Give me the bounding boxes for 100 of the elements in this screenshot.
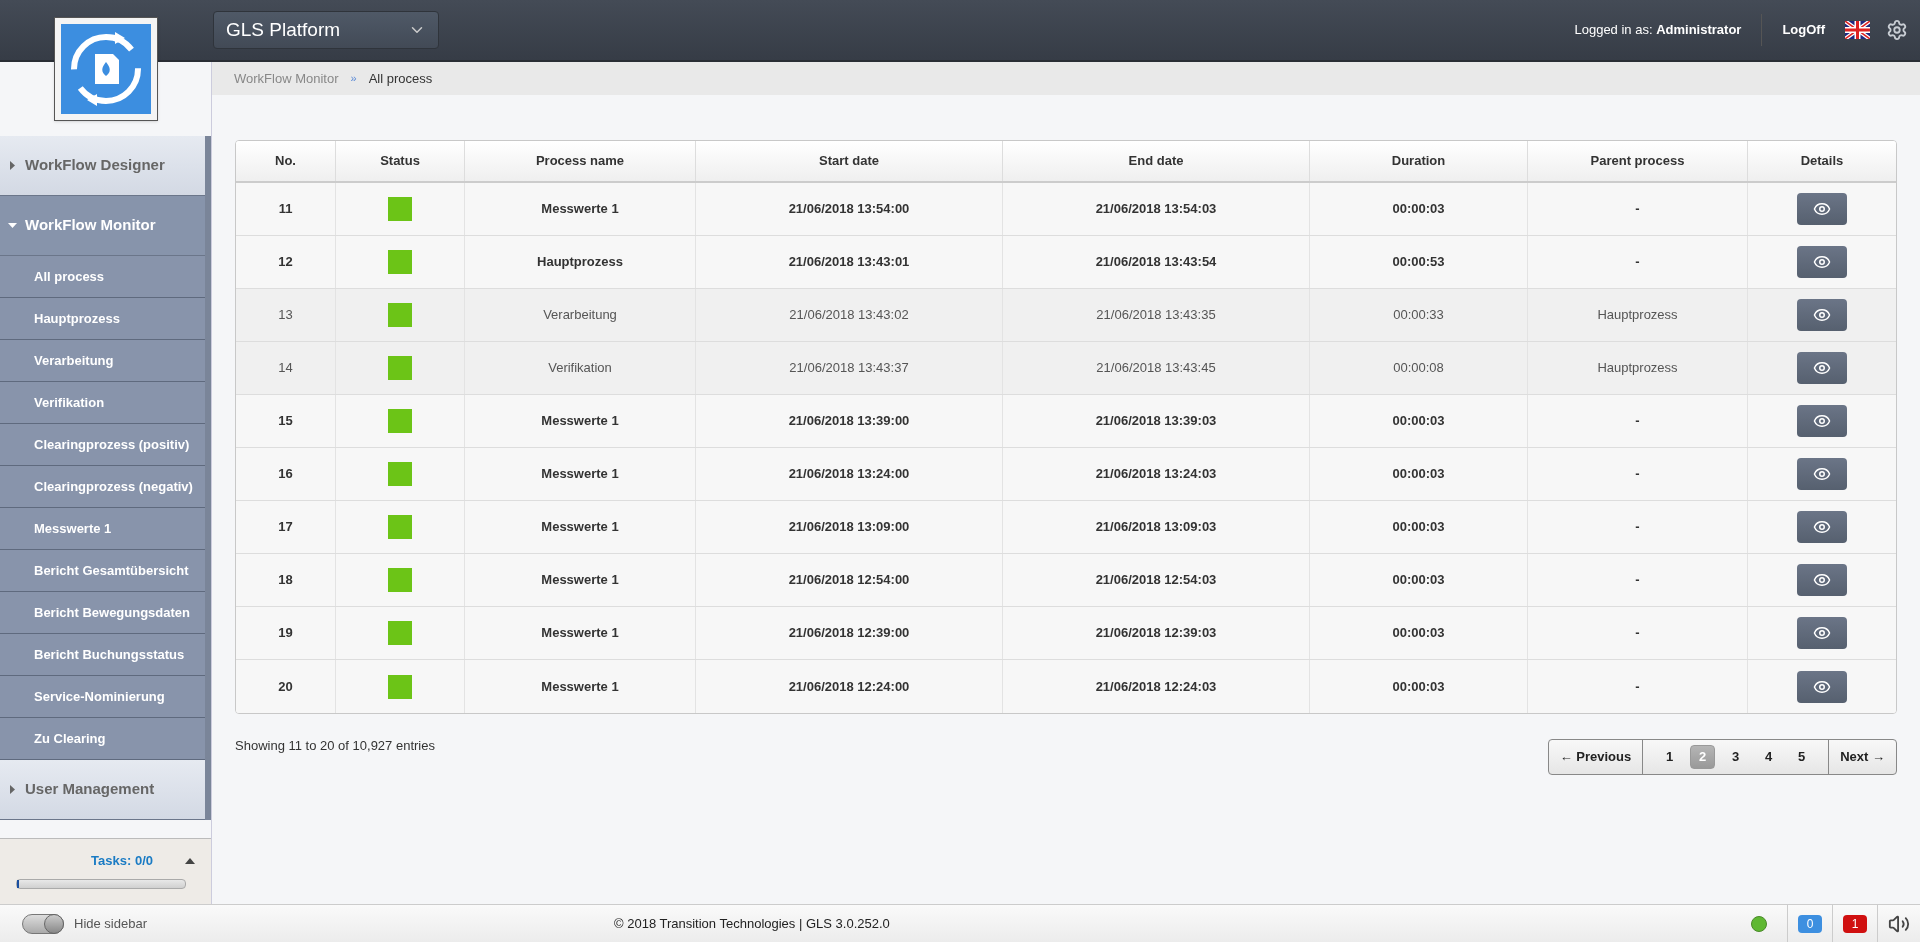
sidebar-item[interactable]: Service-Nominierung <box>0 676 205 718</box>
view-details-button[interactable] <box>1797 193 1847 225</box>
eye-icon <box>1813 624 1831 642</box>
table-cell: 21/06/2018 13:54:03 <box>1003 183 1310 235</box>
table-cell: 21/06/2018 13:43:02 <box>696 289 1003 341</box>
next-button[interactable]: Next → <box>1828 740 1896 774</box>
table-cell: 21/06/2018 13:39:03 <box>1003 395 1310 447</box>
table-cell: 21/06/2018 13:43:54 <box>1003 236 1310 288</box>
table-cell: Messwerte 1 <box>465 660 696 713</box>
hide-sidebar-toggle[interactable] <box>22 913 64 934</box>
view-details-button[interactable] <box>1797 617 1847 649</box>
table-cell: Messwerte 1 <box>465 501 696 553</box>
page-button[interactable]: 2 <box>1690 745 1716 769</box>
view-details-button[interactable] <box>1797 670 1847 703</box>
logged-in-text: Logged in as: Administrator <box>1574 21 1742 40</box>
eye-icon <box>1813 465 1831 483</box>
sidebar-item[interactable]: Verifikation <box>0 382 205 424</box>
column-header: No. <box>236 141 336 181</box>
table-cell: Hauptprozess <box>1528 289 1748 341</box>
eye-icon <box>1813 306 1831 324</box>
table-cell: Messwerte 1 <box>465 554 696 606</box>
column-header: Duration <box>1310 141 1528 181</box>
table-cell: - <box>1528 183 1748 235</box>
column-header: End date <box>1003 141 1310 181</box>
table-cell: 00:00:03 <box>1310 554 1528 606</box>
sidebar-item[interactable]: Hauptprozess <box>0 298 205 340</box>
sidebar-section[interactable]: User Management <box>0 760 205 820</box>
sidebar-item[interactable]: Clearingprozess (negativ) <box>0 466 205 508</box>
sidebar-item[interactable]: Messwerte 1 <box>0 508 205 550</box>
previous-button[interactable]: ← Previous <box>1548 740 1644 774</box>
entries-info: Showing 11 to 20 of 10,927 entries <box>235 737 435 755</box>
caret-up-icon[interactable] <box>185 857 195 864</box>
notification-badge[interactable]: 1 <box>1843 914 1867 933</box>
table-cell: 21/06/2018 12:39:00 <box>696 607 1003 659</box>
sidebar-item[interactable]: Verarbeitung <box>0 340 205 382</box>
table-cell: 21/06/2018 13:09:03 <box>1003 501 1310 553</box>
breadcrumb-link[interactable]: WorkFlow Monitor <box>234 68 339 89</box>
table-cell: 00:00:03 <box>1310 448 1528 500</box>
table-cell: Messwerte 1 <box>465 448 696 500</box>
logoff-link[interactable]: LogOff <box>1782 20 1825 40</box>
view-details-button[interactable] <box>1797 299 1847 331</box>
caret-down-icon <box>8 221 17 230</box>
table-cell: - <box>1528 448 1748 500</box>
view-details-button[interactable] <box>1797 564 1847 596</box>
copyright-text: © 2018 Transition Technologies | GLS 3.0.252.0 <box>614 914 890 933</box>
settings-icon[interactable] <box>1886 19 1908 41</box>
view-details-button[interactable] <box>1797 511 1847 543</box>
view-details-button[interactable] <box>1797 458 1847 490</box>
breadcrumb-current: All process <box>368 69 433 88</box>
table-cell: 00:00:08 <box>1310 342 1528 394</box>
table-cell: 21/06/2018 12:39:03 <box>1003 607 1310 659</box>
table-cell: - <box>1528 501 1748 553</box>
page-button[interactable]: 3 <box>1723 745 1749 769</box>
table-cell: 21/06/2018 13:54:00 <box>696 183 1003 235</box>
table-cell: 21/06/2018 13:39:00 <box>696 395 1003 447</box>
table-cell: - <box>1528 607 1748 659</box>
table-cell: 21/06/2018 12:24:03 <box>1003 660 1310 713</box>
view-details-button[interactable] <box>1797 352 1847 384</box>
sidebar-item[interactable]: Bericht Buchungsstatus <box>0 634 205 676</box>
view-details-button[interactable] <box>1797 405 1847 437</box>
page-button[interactable]: 1 <box>1657 745 1683 769</box>
table-cell: 19 <box>236 607 336 659</box>
page-button[interactable]: 5 <box>1789 745 1815 769</box>
column-header: Process name <box>465 141 696 181</box>
sidebar-item[interactable]: Bericht Bewegungsdaten <box>0 592 205 634</box>
sidebar-section[interactable]: WorkFlow Monitor <box>0 196 205 256</box>
app-logo[interactable] <box>54 17 158 121</box>
table-cell: Messwerte 1 <box>465 183 696 235</box>
table-cell: - <box>1528 395 1748 447</box>
eye-icon <box>1813 359 1831 377</box>
sidebar-section[interactable]: WorkFlow Designer <box>0 136 205 196</box>
caret-right-icon <box>8 161 17 170</box>
table-cell: Hauptprozess <box>465 236 696 288</box>
table-cell: Verifikation <box>465 342 696 394</box>
table-cell: 21/06/2018 12:54:00 <box>696 554 1003 606</box>
table-cell: 21/06/2018 13:24:00 <box>696 448 1003 500</box>
eye-icon <box>1813 571 1831 589</box>
eye-icon <box>1813 200 1831 218</box>
table-cell: Messwerte 1 <box>465 395 696 447</box>
sidebar-item[interactable]: Zu Clearing <box>0 718 205 760</box>
table-cell: 21/06/2018 12:24:00 <box>696 660 1003 713</box>
table-cell: 11 <box>236 183 336 235</box>
page-button[interactable]: 4 <box>1756 745 1782 769</box>
tasks-label[interactable]: Tasks: 0/0 <box>91 851 153 871</box>
sidebar-item[interactable]: All process <box>0 256 205 298</box>
table-cell: 20 <box>236 660 336 713</box>
flag-icon[interactable] <box>1845 21 1870 39</box>
view-details-button[interactable] <box>1797 246 1847 278</box>
column-header: Status <box>336 141 465 181</box>
table-cell: 00:00:53 <box>1310 236 1528 288</box>
notification-badge[interactable]: 0 <box>1798 914 1822 933</box>
platform-select[interactable]: GLS Platform <box>213 11 439 49</box>
table-cell: 13 <box>236 289 336 341</box>
eye-icon <box>1813 518 1831 536</box>
sidebar-item[interactable]: Bericht Gesamtübersicht <box>0 550 205 592</box>
table-cell: 00:00:33 <box>1310 289 1528 341</box>
sidebar-item[interactable]: Clearingprozess (positiv) <box>0 424 205 466</box>
table-cell: 14 <box>236 342 336 394</box>
table-cell: 17 <box>236 501 336 553</box>
table-cell: 00:00:03 <box>1310 395 1528 447</box>
